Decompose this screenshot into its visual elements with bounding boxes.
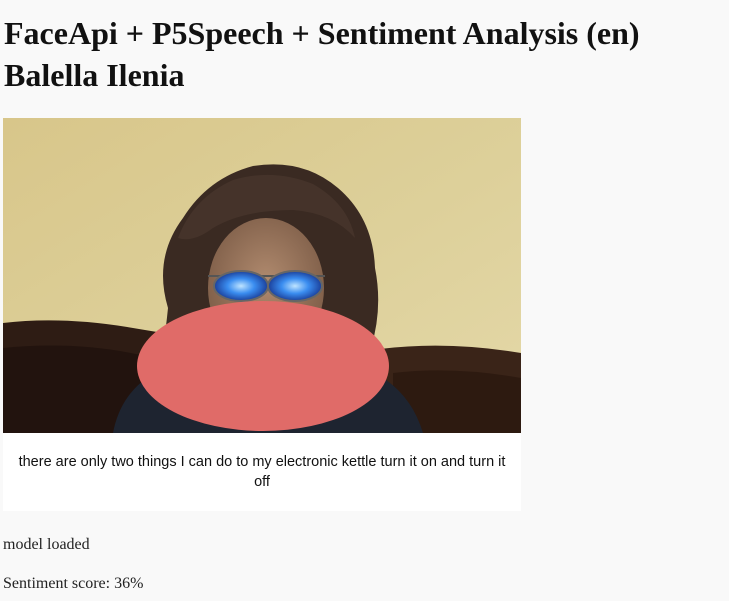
speech-transcript: there are only two things I can do to my… — [3, 433, 521, 511]
page-title: FaceApi + P5Speech + Sentiment Analysis … — [4, 12, 729, 96]
mouth-overlay-ellipse — [137, 301, 389, 431]
sentiment-score: Sentiment score: 36% — [3, 574, 143, 594]
page-title-line-2: Balella Ilenia — [4, 57, 185, 93]
page-title-line-1: FaceApi + P5Speech + Sentiment Analysis … — [4, 15, 640, 51]
model-status: model loaded — [3, 536, 90, 553]
webcam-canvas — [3, 118, 521, 433]
sentiment-score-label: Sentiment score: — [3, 575, 115, 592]
sentiment-score-value: 36% — [114, 575, 144, 592]
